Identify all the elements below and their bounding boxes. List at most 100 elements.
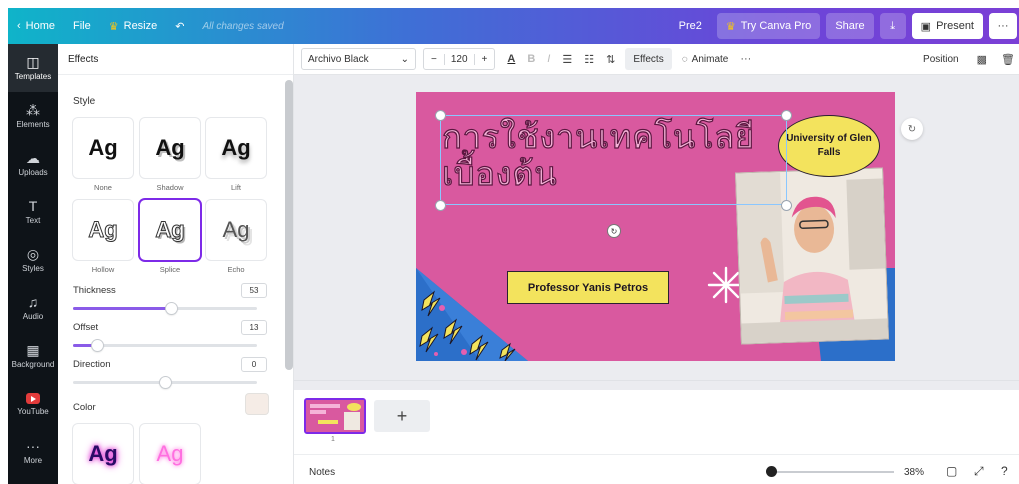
thickness-value[interactable]: 53 xyxy=(241,283,267,298)
side-rail: ◫ Templates ⁂ Elements ☁ Uploads T Text … xyxy=(8,44,58,484)
rail-item-youtube[interactable]: YouTube xyxy=(8,380,58,428)
crown-icon: ♛ xyxy=(108,20,119,33)
more-options-button[interactable]: ··· xyxy=(989,13,1017,39)
present-icon: ▣ xyxy=(920,20,932,33)
resize-handle-bottom-right[interactable] xyxy=(782,201,791,210)
offset-thumb[interactable] xyxy=(91,340,103,351)
style-label: Lift xyxy=(230,183,241,192)
effect-color-swatch[interactable] xyxy=(246,394,268,414)
list-icon[interactable]: ☷ xyxy=(584,53,594,66)
transparency-icon[interactable]: ▩ xyxy=(977,53,987,66)
bold-button[interactable]: B xyxy=(527,53,535,65)
resize-handle-top-left[interactable] xyxy=(436,111,445,120)
spacing-icon[interactable]: ⇅ xyxy=(606,53,615,66)
youtube-icon xyxy=(26,392,40,404)
file-menu[interactable]: File xyxy=(64,8,100,44)
rail-item-elements[interactable]: ⁂ Elements xyxy=(8,92,58,140)
style-neon-tile[interactable]: Ag xyxy=(73,424,133,484)
style-shadow-tile[interactable]: Ag xyxy=(140,118,200,178)
selection-box xyxy=(440,115,787,205)
style-glow-tile[interactable]: Ag xyxy=(140,424,200,484)
align-left-icon[interactable]: ☰ xyxy=(562,53,572,66)
rail-label: Styles xyxy=(22,264,44,273)
thumbnail-preview xyxy=(306,400,364,432)
professor-name-box[interactable]: Professor Yanis Petros xyxy=(507,271,669,304)
offset-slider[interactable] xyxy=(73,340,257,351)
resize-button[interactable]: ♛ Resize xyxy=(100,8,167,44)
direction-slider[interactable] xyxy=(73,377,257,388)
rotate-icon: ↻ xyxy=(610,226,618,236)
toolbar-more-button[interactable]: ··· xyxy=(740,53,751,65)
delete-icon[interactable]: 🗑 xyxy=(1001,53,1015,66)
rail-item-more[interactable]: ··· More xyxy=(8,428,58,476)
direction-label: Direction xyxy=(73,359,111,370)
elements-icon: ⁂ xyxy=(26,102,40,118)
rail-label: Background xyxy=(11,360,55,369)
rail-item-styles[interactable]: ◎ Styles xyxy=(8,236,58,284)
present-label: Present xyxy=(936,20,974,32)
style-none-tile[interactable]: Ag xyxy=(73,118,133,178)
style-echo-tile[interactable]: Ag xyxy=(206,200,266,260)
rail-label: Templates xyxy=(14,72,52,81)
effects-button[interactable]: Effects xyxy=(625,48,672,70)
download-button[interactable]: ⤓ xyxy=(879,13,906,39)
rail-item-templates[interactable]: ◫ Templates xyxy=(8,44,58,92)
text-color-button[interactable]: A xyxy=(507,53,515,65)
fullscreen-icon[interactable]: ⤢ xyxy=(974,464,984,479)
animate-icon: ◌ xyxy=(681,53,688,65)
thickness-thumb[interactable] xyxy=(165,303,177,314)
italic-button[interactable]: I xyxy=(547,53,550,65)
audio-icon: ♫ xyxy=(27,294,39,310)
rail-item-background[interactable]: ▦ Background xyxy=(8,332,58,380)
notes-button[interactable]: Notes xyxy=(309,467,335,478)
animate-button[interactable]: ◌ Animate xyxy=(682,54,729,65)
chevron-down-icon: ⌄ xyxy=(400,53,409,65)
rail-label: YouTube xyxy=(17,406,49,416)
rail-label: Elements xyxy=(16,120,50,129)
style-lift-tile[interactable]: Ag xyxy=(206,118,266,178)
canvas-scrollbar[interactable] xyxy=(294,380,1019,390)
decrease-size-button[interactable]: − xyxy=(424,54,444,65)
offset-value[interactable]: 13 xyxy=(241,320,267,335)
panel-scrollbar[interactable] xyxy=(285,80,293,370)
undo-button[interactable]: ↶ xyxy=(166,8,193,44)
help-icon[interactable]: ? xyxy=(1001,464,1008,478)
add-page-button[interactable]: + xyxy=(374,400,430,432)
style-label: Echo xyxy=(227,265,245,274)
rail-item-audio[interactable]: ♫ Audio xyxy=(8,284,58,332)
refresh-icon[interactable]: ↻ xyxy=(901,118,923,140)
background-icon: ▦ xyxy=(26,342,40,358)
home-button[interactable]: ‹ Home xyxy=(8,8,64,44)
page-count-icon[interactable]: ▢ xyxy=(946,464,957,478)
increase-size-button[interactable]: + xyxy=(475,54,495,65)
resize-label: Resize xyxy=(123,20,158,32)
rail-label: More xyxy=(23,456,43,465)
page-thumbnail[interactable] xyxy=(304,398,366,434)
university-badge[interactable]: University of Glen Falls xyxy=(778,115,880,177)
direction-value[interactable]: 0 xyxy=(241,357,267,372)
undo-icon: ↶ xyxy=(175,20,185,33)
share-button[interactable]: Share xyxy=(826,13,874,39)
resize-handle-top-right[interactable] xyxy=(782,111,791,120)
rail-item-uploads[interactable]: ☁ Uploads xyxy=(8,140,58,188)
home-label: Home xyxy=(25,20,56,32)
zoom-value[interactable]: 38% xyxy=(904,467,924,478)
present-button[interactable]: ▣ Present xyxy=(911,13,983,39)
position-button[interactable]: Position xyxy=(923,54,959,65)
color-label: Color xyxy=(73,402,96,413)
thickness-slider[interactable] xyxy=(73,303,257,314)
document-name[interactable]: Pre2 xyxy=(670,8,711,44)
rotate-handle[interactable]: ↻ xyxy=(608,225,620,237)
resize-handle-bottom-left[interactable] xyxy=(436,201,445,210)
style-splice-tile[interactable]: Ag xyxy=(140,200,200,260)
style-hollow-tile[interactable]: Ag xyxy=(73,200,133,260)
crown-icon: ♛ xyxy=(725,20,736,33)
font-family-select[interactable]: Archivo Black ⌄ xyxy=(301,48,416,70)
zoom-thumb[interactable] xyxy=(766,466,777,477)
direction-thumb[interactable] xyxy=(160,377,171,388)
zoom-slider[interactable] xyxy=(768,471,894,473)
try-canva-pro-button[interactable]: ♛ Try Canva Pro xyxy=(716,13,821,39)
font-size-input[interactable]: 120 xyxy=(443,53,475,65)
rail-item-text[interactable]: T Text xyxy=(8,188,58,236)
font-name: Archivo Black xyxy=(308,53,369,65)
